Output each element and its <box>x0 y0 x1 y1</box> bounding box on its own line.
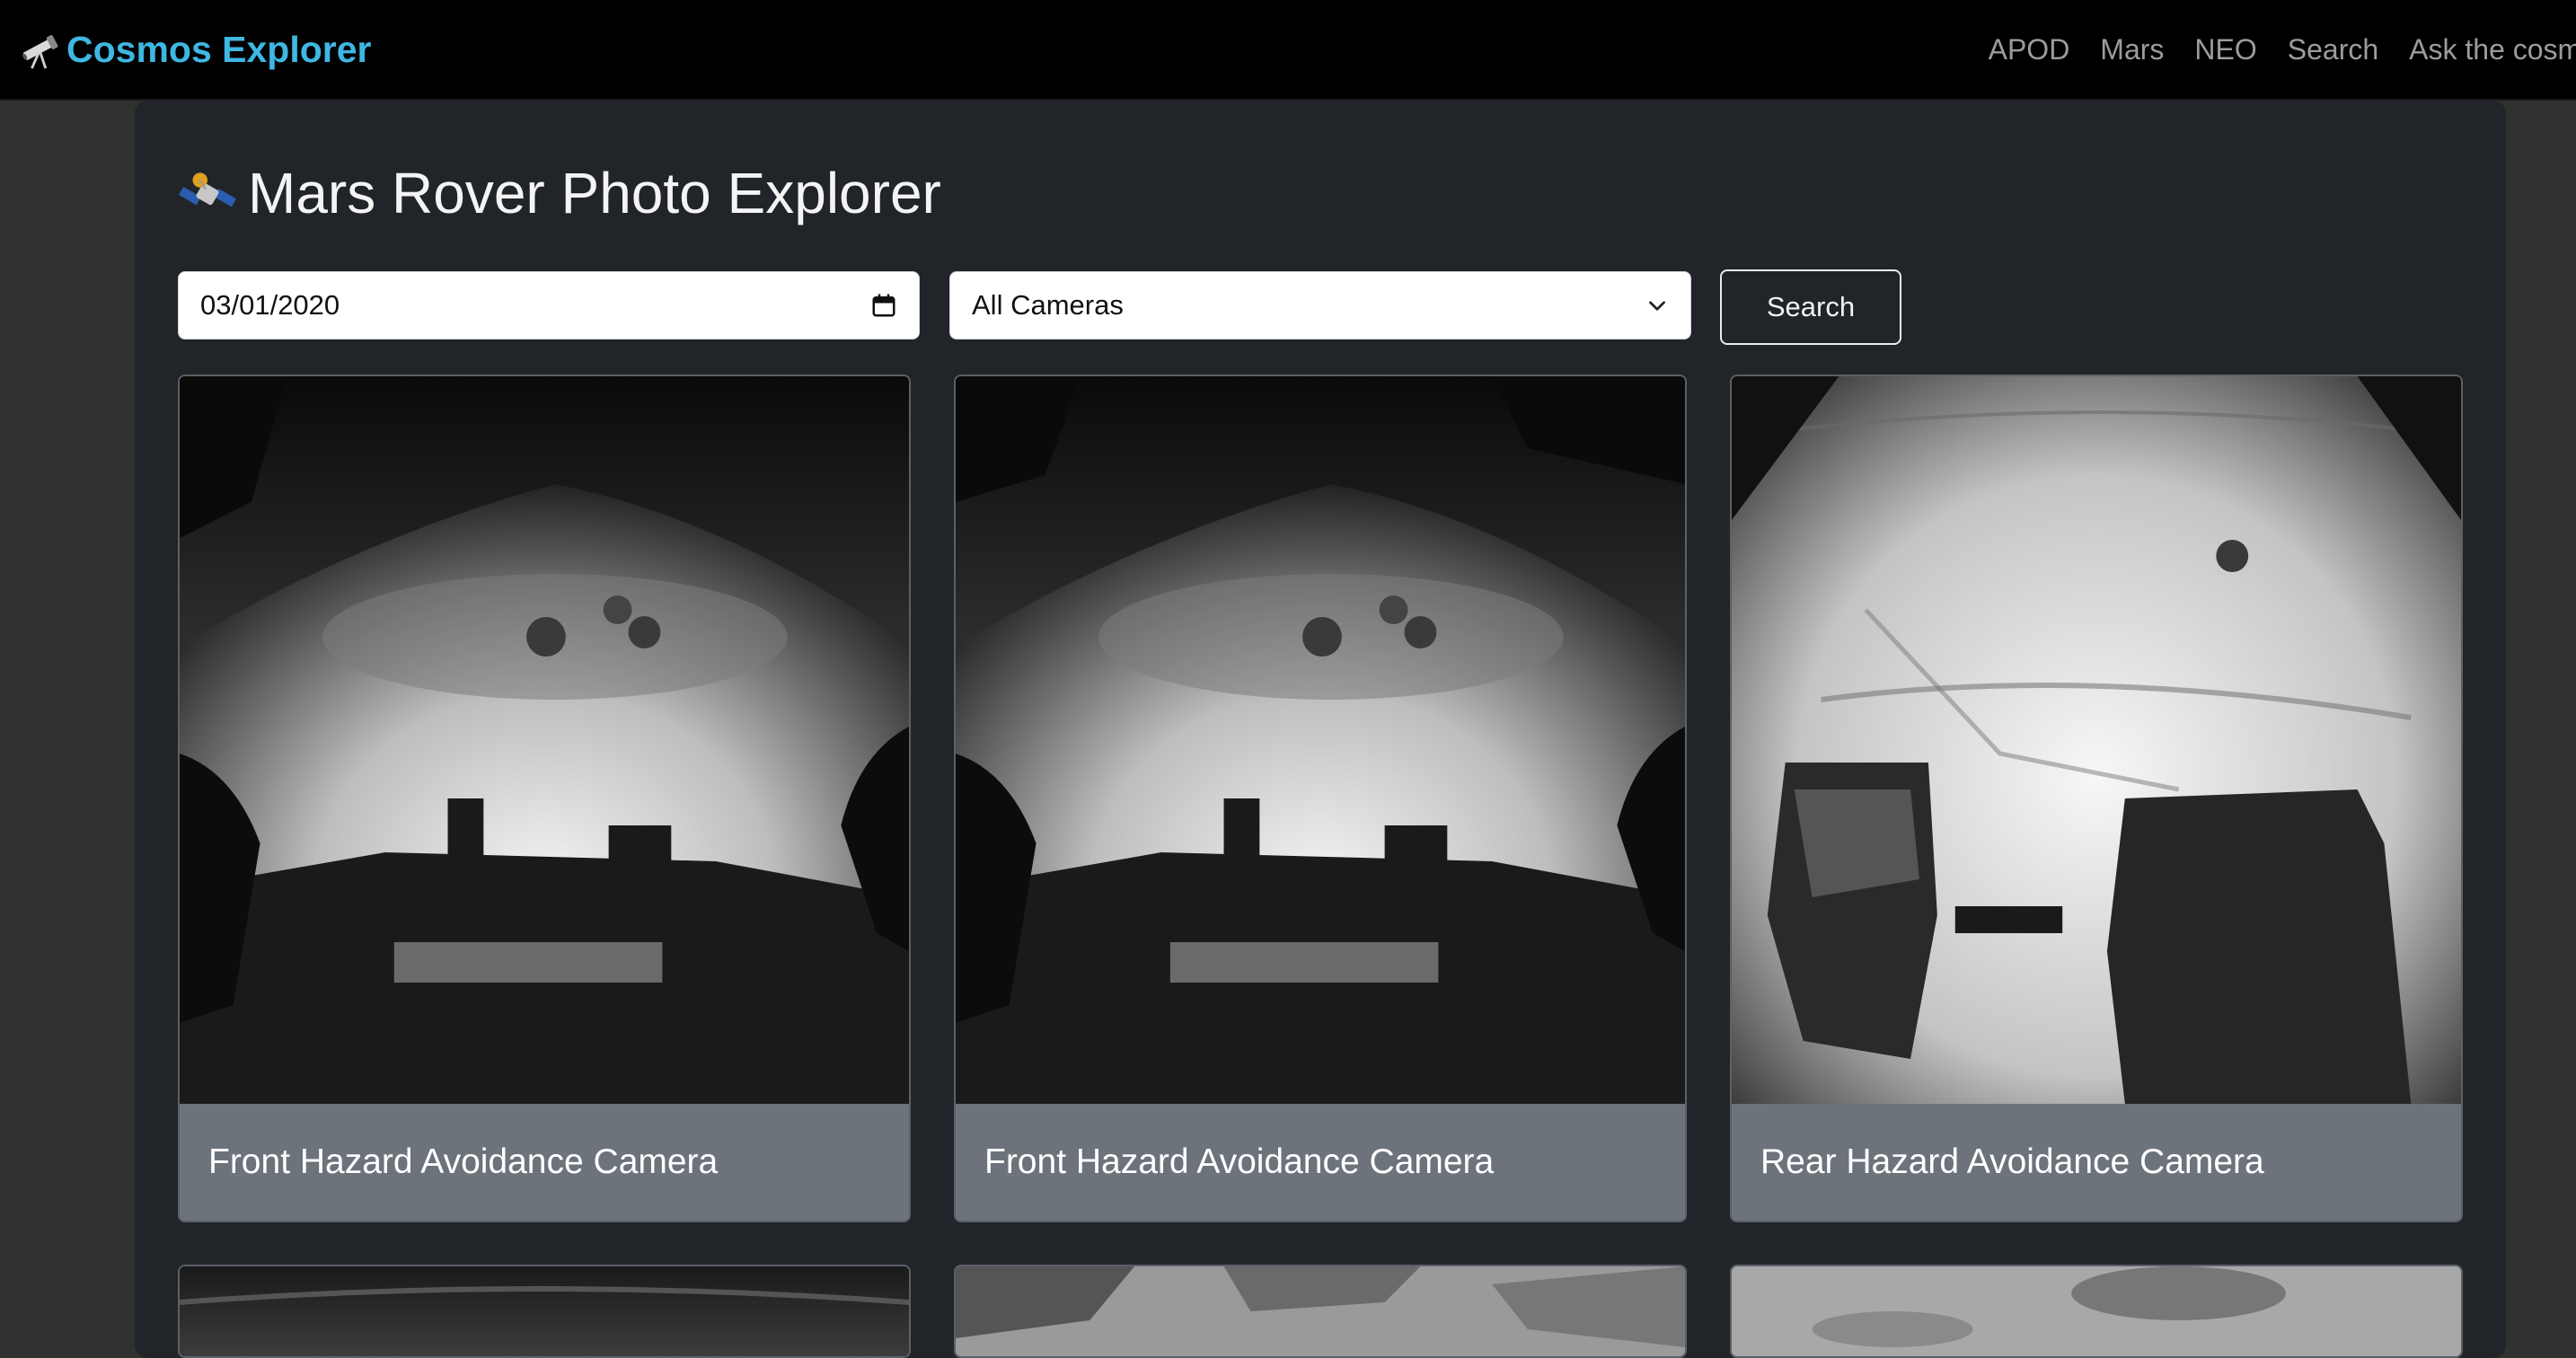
nav-links: APOD Mars NEO Search Ask the cosmos <box>1958 33 2576 66</box>
page-title-text: Mars Rover Photo Explorer <box>248 161 941 225</box>
camera-select-value: All Cameras <box>972 289 1124 321</box>
photo-card[interactable] <box>954 1265 1687 1358</box>
brand-link[interactable]: Cosmos Explorer <box>20 29 372 71</box>
photo-card[interactable] <box>1730 1265 2463 1358</box>
page-title: Mars Rover Photo Explorer <box>178 144 941 242</box>
rover-photo[interactable] <box>180 1266 909 1356</box>
photo-caption: Front Hazard Avoidance Camera <box>208 1142 719 1181</box>
rover-photo[interactable] <box>956 1266 1685 1356</box>
photo-card[interactable] <box>178 1265 911 1358</box>
top-navbar: Cosmos Explorer APOD Mars NEO Search Ask… <box>0 0 2576 101</box>
nav-link-search[interactable]: Search <box>2288 33 2378 66</box>
chevron-down-icon <box>1649 301 1665 311</box>
rover-photo[interactable] <box>956 376 1685 1104</box>
nav-link-apod[interactable]: APOD <box>1989 33 2070 66</box>
rover-photo[interactable] <box>1732 376 2461 1104</box>
rover-photo[interactable] <box>180 376 909 1104</box>
search-button[interactable]: Search <box>1720 269 1901 345</box>
nav-link-mars[interactable]: Mars <box>2100 33 2164 66</box>
rover-photo[interactable] <box>1732 1266 2461 1356</box>
nav-link-neo[interactable]: NEO <box>2194 33 2256 66</box>
photo-caption: Front Hazard Avoidance Camera <box>984 1142 1495 1181</box>
calendar-icon[interactable] <box>870 292 897 319</box>
telescope-icon <box>22 35 58 69</box>
photo-card[interactable]: Front Hazard Avoidance Camera <box>178 375 911 1222</box>
camera-select[interactable]: All Cameras <box>949 271 1691 340</box>
photo-card[interactable]: Front Hazard Avoidance Camera <box>954 375 1687 1222</box>
date-input[interactable]: 03/01/2020 <box>178 271 920 340</box>
photo-card[interactable]: Rear Hazard Avoidance Camera <box>1730 375 2463 1222</box>
date-value: 03/01/2020 <box>200 289 340 321</box>
nav-link-ask-the-cosmos[interactable]: Ask the cosmos <box>2409 33 2576 66</box>
main-container: Mars Rover Photo Explorer 03/01/2020 All… <box>135 101 2506 1358</box>
photo-caption: Rear Hazard Avoidance Camera <box>1760 1142 2264 1181</box>
satellite-icon <box>179 172 236 207</box>
brand-name: Cosmos Explorer <box>66 28 372 70</box>
